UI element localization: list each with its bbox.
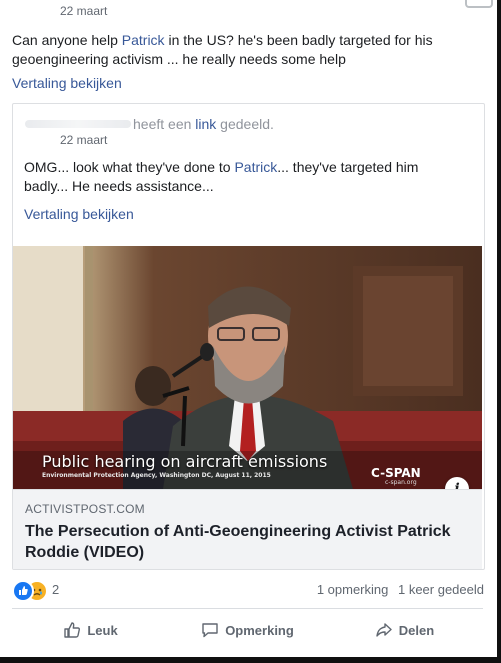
share-count-link[interactable]: 1 keer gedeeld: [398, 582, 484, 597]
mention-link[interactable]: Patrick: [122, 32, 165, 48]
see-translation-link[interactable]: Vertaling bekijken: [12, 75, 122, 91]
shared-text: OMG... look what they've done to Patrick…: [24, 158, 464, 196]
shared-see-translation-link[interactable]: Vertaling bekijken: [24, 206, 134, 222]
comment-icon: [202, 623, 218, 638]
video-thumbnail[interactable]: Public hearing on aircraft emissions Env…: [13, 246, 482, 489]
cspan-url: c-span.org: [385, 479, 417, 486]
shared-date[interactable]: 22 maart: [60, 133, 107, 147]
post-card: 22 maart Can anyone help Patrick in the …: [0, 0, 497, 657]
video-caption: Public hearing on aircraft emissions: [42, 452, 328, 471]
shared-link[interactable]: link: [195, 116, 216, 132]
shared-header: heeft een link gedeeld.: [133, 116, 274, 132]
comment-button[interactable]: Opmerking: [169, 612, 326, 648]
action-bar: Leuk Opmerking Delen: [12, 612, 483, 648]
video-caption-sub: Environmental Protection Agency, Washing…: [42, 472, 271, 479]
cspan-logo: C-SPAN: [371, 466, 421, 480]
post-text-part: Can anyone help: [12, 32, 122, 48]
like-button[interactable]: Leuk: [12, 612, 169, 648]
post-text: Can anyone help Patrick in the US? he's …: [12, 31, 472, 69]
shared-mention-link[interactable]: Patrick: [234, 159, 277, 175]
share-button[interactable]: Delen: [326, 612, 483, 648]
shared-header-text: heeft een: [133, 116, 196, 132]
link-title[interactable]: The Persecution of Anti-Geoengineering A…: [25, 521, 465, 563]
comment-label: Opmerking: [225, 622, 294, 638]
post-date[interactable]: 22 maart: [60, 4, 107, 18]
shared-text-part: OMG... look what they've done to: [24, 159, 235, 175]
post-stats: 1 opmerking 1 keer gedeeld: [311, 582, 484, 597]
link-preview[interactable]: ACTIVISTPOST.COM The Persecution of Anti…: [13, 489, 482, 569]
redacted-name: [25, 120, 131, 128]
comment-count-link[interactable]: 1 opmerking: [317, 582, 389, 597]
link-domain: ACTIVISTPOST.COM: [25, 502, 145, 516]
reaction-count: 2: [52, 582, 60, 597]
shared-post: heeft een link gedeeld. 22 maart OMG... …: [12, 103, 485, 570]
divider: [12, 608, 483, 609]
shared-header-suffix: gedeeld.: [216, 116, 274, 132]
share-label: Delen: [398, 622, 435, 638]
window-corner: [465, 0, 493, 8]
share-icon: [376, 623, 392, 637]
thumbs-up-icon: [64, 622, 81, 638]
like-label: Leuk: [87, 622, 118, 638]
like-reaction-icon: [12, 580, 34, 602]
